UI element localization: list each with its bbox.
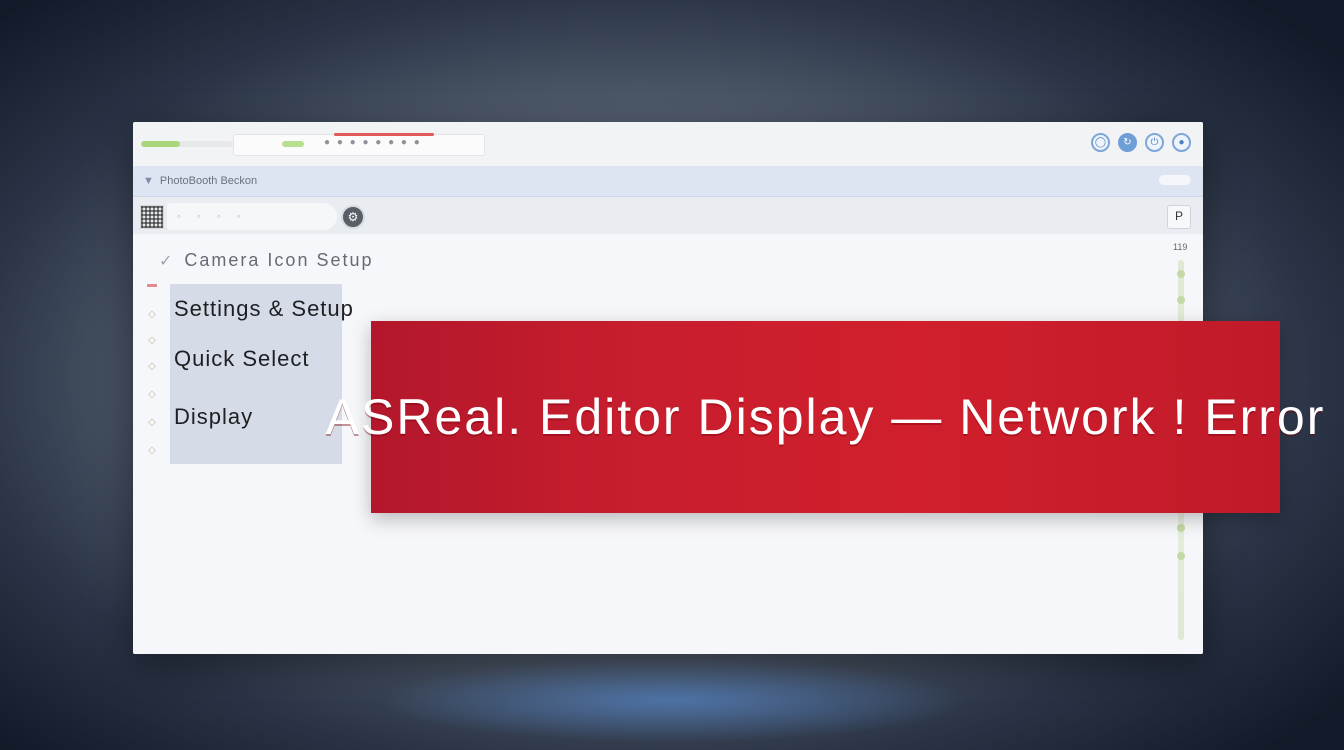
panel-item[interactable]: Settings & Setup xyxy=(174,296,354,322)
address-bar[interactable]: ● ● ● ● ● ● ● ● xyxy=(233,133,485,156)
app-icon: ▼ xyxy=(143,175,154,187)
side-toggle-button[interactable]: P xyxy=(1167,205,1191,229)
left-rail: ▬ ◇ ◇ ◇ ◇ ◇ ◇ xyxy=(139,264,165,464)
settings-icon[interactable]: ⚙ xyxy=(341,205,365,229)
panel-item[interactable]: Display xyxy=(174,404,253,430)
progress-fill xyxy=(141,141,180,147)
rail-dot[interactable] xyxy=(1177,270,1185,278)
section-heading: ✓ Camera Icon Setup xyxy=(159,250,374,271)
address-indicator xyxy=(282,141,304,147)
breadcrumb[interactable]: ▼ PhotoBooth Beckon xyxy=(143,175,257,187)
side-panel: Settings & Setup Quick Select Display xyxy=(170,284,353,464)
power-icon[interactable]: ⏻ xyxy=(1145,133,1164,152)
help-icon[interactable]: ◯ xyxy=(1091,133,1110,152)
tool-icon-6[interactable]: ◇ xyxy=(145,444,159,458)
refresh-icon[interactable]: ↻ xyxy=(1118,133,1137,152)
panel-item[interactable]: Quick Select xyxy=(174,346,310,372)
tab-strip[interactable]: ◦ ◦ ◦ ◦ xyxy=(167,203,337,230)
breadcrumb-label: PhotoBooth Beckon xyxy=(159,175,258,187)
toolbar: ◦ ◦ ◦ ◦ ⚙ P xyxy=(133,197,1203,235)
banner-text: ASReal. Editor Display — Network ! Error xyxy=(325,389,1326,445)
marker-icon[interactable]: ▬ xyxy=(145,278,159,292)
loading-progress xyxy=(141,141,233,147)
title-bar: ● ● ● ● ● ● ● ● ◯ ↻ ⏻ ● xyxy=(133,122,1203,167)
rail-dot[interactable] xyxy=(1177,524,1185,532)
tab-icon-1[interactable]: ◦ xyxy=(177,211,181,223)
rail-dot[interactable] xyxy=(1177,552,1185,560)
qr-code-icon[interactable] xyxy=(140,205,164,229)
tool-icon-1[interactable]: ◇ xyxy=(145,308,159,322)
rail-number: 119 xyxy=(1173,242,1188,252)
error-banner: ASReal. Editor Display — Network ! Error xyxy=(326,321,1323,513)
tool-icon-4[interactable]: ◇ xyxy=(145,388,159,402)
window-controls: ◯ ↻ ⏻ ● xyxy=(1091,133,1191,152)
tab-icon-3[interactable]: ◦ xyxy=(217,211,221,223)
drop-icon[interactable]: ● xyxy=(1172,133,1191,152)
tool-icon-3[interactable]: ◇ xyxy=(145,360,159,374)
address-accent xyxy=(334,133,434,136)
tab-icon-2[interactable]: ◦ xyxy=(197,211,201,223)
check-icon: ✓ xyxy=(159,253,175,270)
tool-icon-5[interactable]: ◇ xyxy=(145,416,159,430)
menu-bar: ▼ PhotoBooth Beckon xyxy=(133,166,1203,197)
address-tools[interactable]: ● ● ● ● ● ● ● ● xyxy=(324,137,422,148)
tool-icon-2[interactable]: ◇ xyxy=(145,334,159,348)
tab-icon-4[interactable]: ◦ xyxy=(237,211,241,223)
heading-text: Camera Icon Setup xyxy=(184,250,374,270)
menu-pill-button[interactable] xyxy=(1159,175,1191,185)
rail-dot[interactable] xyxy=(1177,296,1185,304)
